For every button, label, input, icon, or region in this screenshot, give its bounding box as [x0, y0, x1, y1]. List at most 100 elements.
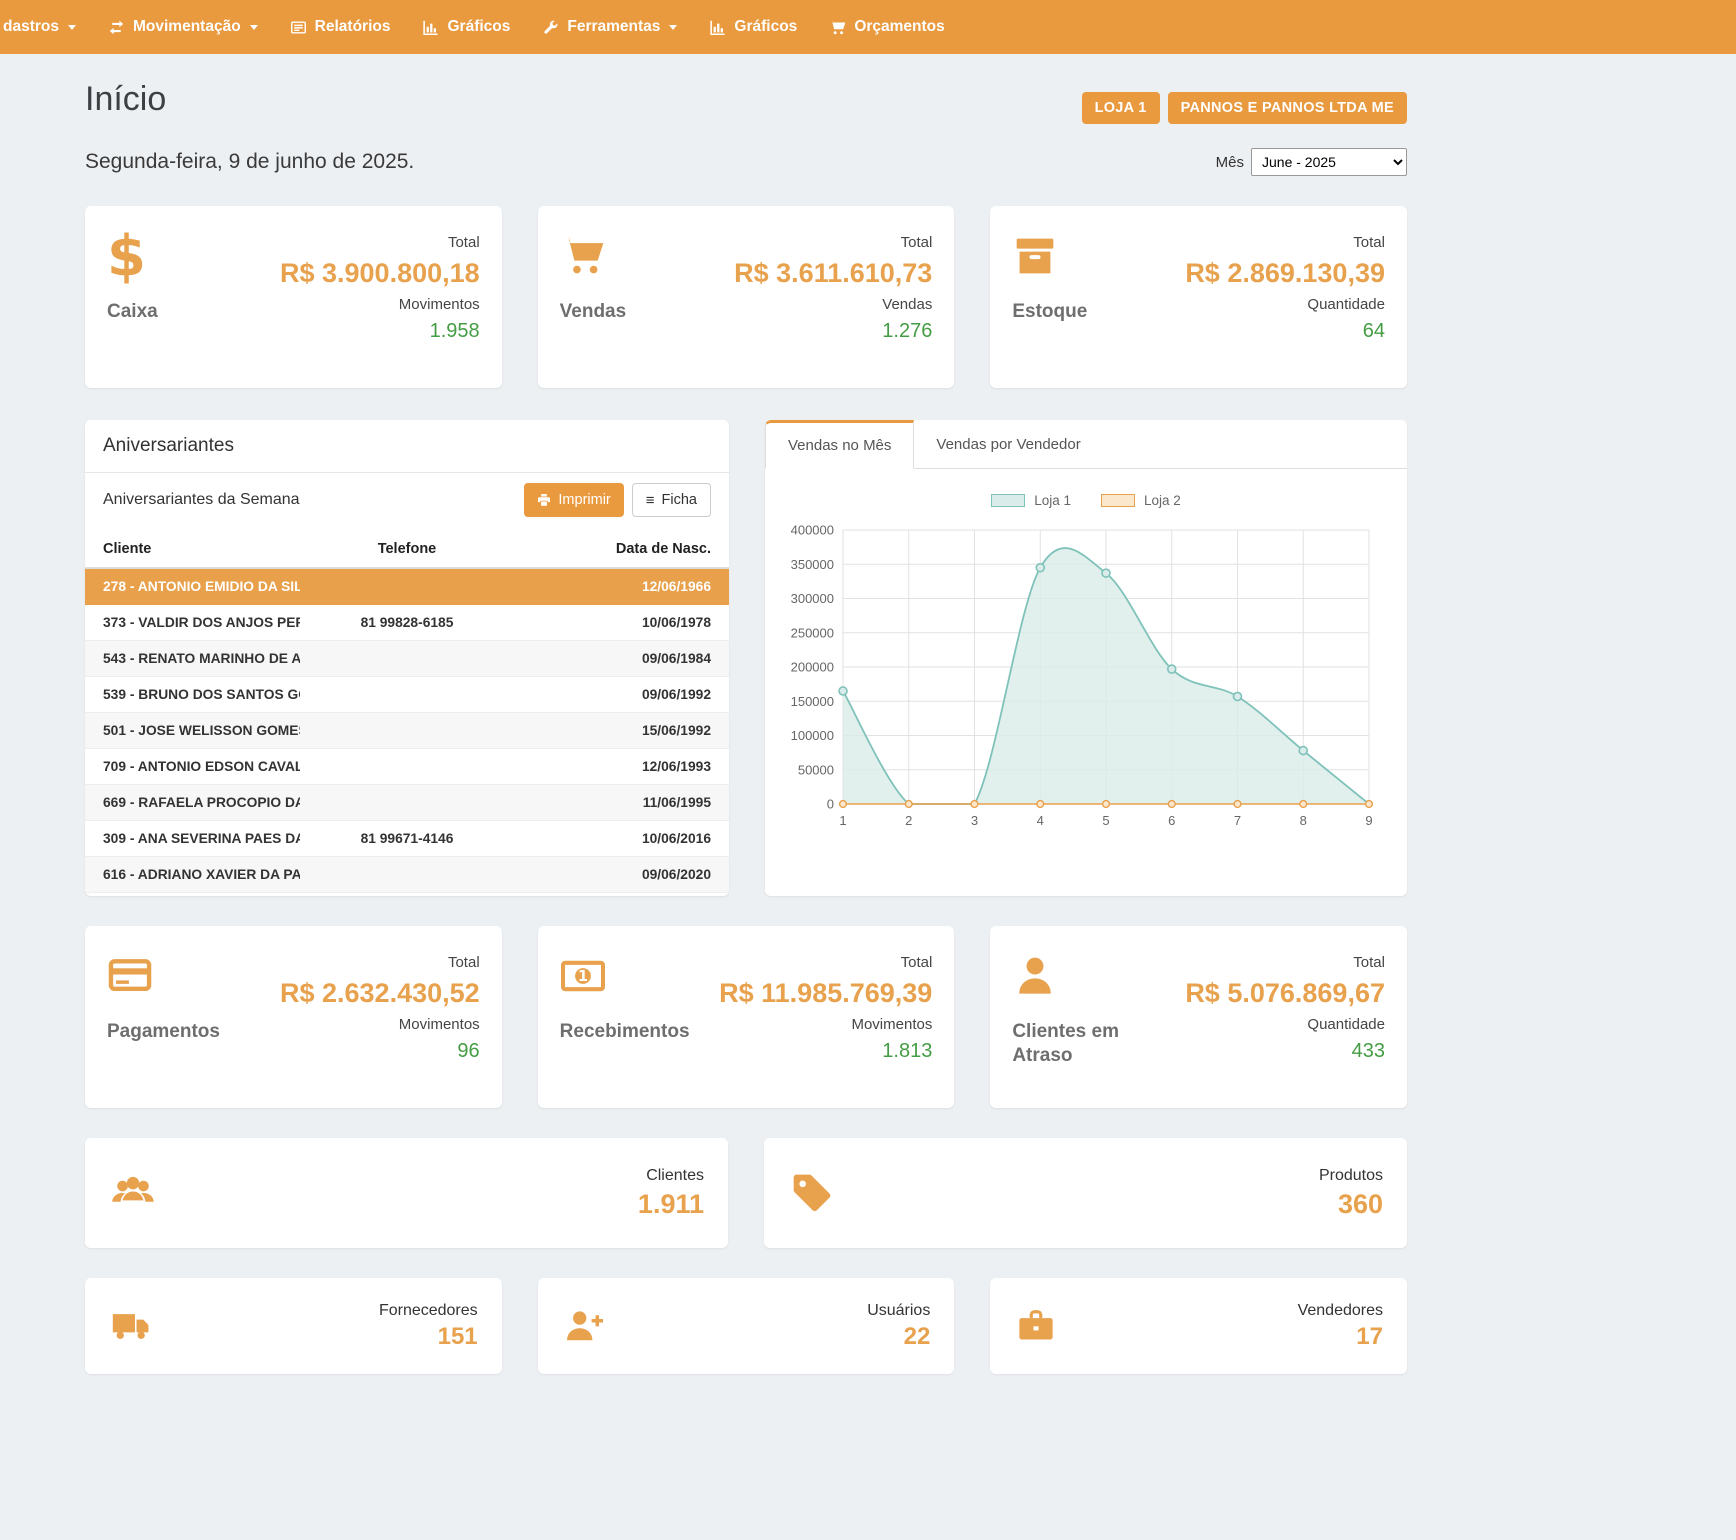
transfer-arrows-icon	[108, 19, 125, 36]
clientes-atraso-count: 433	[1185, 1040, 1385, 1063]
tab-vendas-no-mes[interactable]: Vendas no Mês	[765, 420, 914, 469]
main-content: Início LOJA 1 PANNOS E PANNOS LTDA ME Se…	[85, 80, 1407, 1414]
nav-item-ferramentas[interactable]: Ferramentas	[526, 0, 693, 54]
store-button[interactable]: LOJA 1	[1082, 92, 1160, 124]
produtos-label: Produtos	[1319, 1167, 1383, 1185]
count-label: Movimentos	[719, 1016, 932, 1033]
svg-text:350000: 350000	[791, 557, 834, 572]
person-plus-icon	[562, 1307, 606, 1345]
svg-text:1: 1	[578, 968, 588, 985]
client-birthdate: 09/06/1984	[514, 641, 729, 677]
table-row[interactable]: 539 - BRUNO DOS SANTOS GOMES 09/06/1992	[85, 677, 729, 713]
nav-item-orcamentos[interactable]: Orçamentos	[813, 0, 960, 54]
chevron-down-icon	[250, 25, 258, 30]
top-navigation: dastros Movimentação Relatórios Gráficos…	[0, 0, 1736, 54]
caixa-count: 1.958	[280, 320, 480, 343]
nav-item-relatorios[interactable]: Relatórios	[274, 0, 407, 54]
tab-vendas-por-vendedor[interactable]: Vendas por Vendedor	[914, 420, 1102, 468]
report-icon	[290, 19, 307, 36]
table-row[interactable]: 616 - ADRIANO XAVIER DA PAZ (PALAÚ) 09/0…	[85, 857, 729, 893]
fornecedores-card: Fornecedores 151	[85, 1278, 502, 1374]
cart-icon	[829, 19, 846, 36]
ficha-button[interactable]: ≡ Ficha	[632, 483, 711, 517]
svg-text:5: 5	[1102, 813, 1109, 828]
nav-label: Orçamentos	[854, 18, 944, 36]
usuarios-value: 22	[867, 1323, 930, 1351]
month-select[interactable]: June - 2025	[1251, 148, 1407, 176]
count-label: Movimentos	[280, 296, 480, 313]
caixa-card: $ Caixa Total R$ 3.900.800,18 Movimentos…	[85, 206, 502, 388]
svg-text:300000: 300000	[791, 591, 834, 606]
client-birthdate: 09/06/2020	[514, 857, 729, 893]
vendedores-card: Vendedores 17	[990, 1278, 1407, 1374]
client-name: 501 - JOSE WELISSON GOMES OLIVEIR…	[85, 713, 300, 749]
svg-text:400000: 400000	[791, 523, 834, 538]
estoque-label: Estoque	[1012, 300, 1087, 324]
table-row[interactable]: 309 - ANA SEVERINA PAES DA SILVA 81 9967…	[85, 821, 729, 857]
birthdays-title: Aniversariantes	[85, 420, 729, 473]
vendedores-value: 17	[1298, 1323, 1383, 1351]
legend-item-loja1[interactable]: Loja 1	[991, 493, 1071, 508]
recebimentos-total: R$ 11.985.769,39	[719, 978, 932, 1009]
recebimentos-label: Recebimentos	[560, 1020, 690, 1044]
table-row[interactable]: 669 - RAFAELA PROCOPIO DA SILVA CA… 11/0…	[85, 785, 729, 821]
printer-icon	[537, 493, 551, 507]
client-phone	[300, 857, 515, 893]
svg-text:250000: 250000	[791, 625, 834, 640]
produtos-value: 360	[1319, 1189, 1383, 1220]
banknote-icon: 1	[560, 954, 690, 1000]
nav-item-graficos[interactable]: Gráficos	[406, 0, 526, 54]
table-row[interactable]: 543 - RENATO MARINHO DE ARAUJO (F… 09/06…	[85, 641, 729, 677]
clientes-card: Clientes 1.911	[85, 1138, 728, 1248]
count-label: Movimentos	[280, 1016, 480, 1033]
vendas-label: Vendas	[560, 300, 627, 324]
recebimentos-count: 1.813	[719, 1040, 932, 1063]
client-phone	[300, 749, 515, 785]
credit-card-icon	[107, 954, 220, 1000]
total-label: Total	[280, 954, 480, 971]
col-telefone: Telefone	[300, 527, 515, 568]
birthdays-table: Cliente Telefone Data de Nasc. 278 - ANT…	[85, 527, 729, 893]
client-birthdate: 10/06/1978	[514, 605, 729, 641]
vendas-count: 1.276	[734, 320, 932, 343]
person-icon	[1012, 954, 1142, 1000]
estoque-total: R$ 2.869.130,39	[1185, 258, 1385, 289]
truck-icon	[109, 1307, 153, 1345]
svg-text:0: 0	[827, 797, 834, 812]
print-label: Imprimir	[558, 492, 610, 508]
birthdays-panel: Aniversariantes Aniversariantes da Seman…	[85, 420, 729, 896]
total-label: Total	[734, 234, 932, 251]
client-name: 616 - ADRIANO XAVIER DA PAZ (PALAÚ)	[85, 857, 300, 893]
recebimentos-card: 1 Recebimentos Total R$ 11.985.769,39 Mo…	[538, 926, 955, 1108]
list-icon: ≡	[646, 493, 655, 508]
svg-text:3: 3	[971, 813, 978, 828]
month-label: Mês	[1216, 154, 1244, 171]
client-name: 543 - RENATO MARINHO DE ARAUJO (F…	[85, 641, 300, 677]
table-row[interactable]: 373 - VALDIR DOS ANJOS PEREIRA (AN… 81 9…	[85, 605, 729, 641]
fornecedores-label: Fornecedores	[379, 1302, 478, 1320]
svg-text:2: 2	[905, 813, 912, 828]
company-button[interactable]: PANNOS E PANNOS LTDA ME	[1168, 92, 1407, 124]
print-button[interactable]: Imprimir	[524, 483, 623, 517]
table-row[interactable]: 501 - JOSE WELISSON GOMES OLIVEIR… 15/06…	[85, 713, 729, 749]
svg-text:7: 7	[1234, 813, 1241, 828]
vendedores-label: Vendedores	[1298, 1302, 1383, 1320]
clientes-label: Clientes	[638, 1167, 704, 1185]
legend-item-loja2[interactable]: Loja 2	[1101, 493, 1181, 508]
group-icon	[109, 1171, 157, 1215]
nav-item-movimentacao[interactable]: Movimentação	[92, 0, 274, 54]
bar-chart-icon	[709, 19, 726, 36]
ficha-label: Ficha	[662, 492, 697, 508]
pagamentos-count: 96	[280, 1040, 480, 1063]
nav-item-graficos-2[interactable]: Gráficos	[693, 0, 813, 54]
caixa-label: Caixa	[107, 300, 158, 324]
usuarios-card: Usuários 22	[538, 1278, 955, 1374]
produtos-card: Produtos 360	[764, 1138, 1407, 1248]
nav-item-cadastros[interactable]: dastros	[0, 0, 92, 54]
svg-text:1: 1	[839, 813, 846, 828]
client-birthdate: 15/06/1992	[514, 713, 729, 749]
clientes-atraso-total: R$ 5.076.869,67	[1185, 978, 1385, 1009]
table-row[interactable]: 709 - ANTONIO EDSON CAVALCANTE D… 12/06/…	[85, 749, 729, 785]
table-row[interactable]: 278 - ANTONIO EMIDIO DA SILVA (PALE… 12/…	[85, 568, 729, 605]
legend-swatch-loja1	[991, 494, 1025, 507]
